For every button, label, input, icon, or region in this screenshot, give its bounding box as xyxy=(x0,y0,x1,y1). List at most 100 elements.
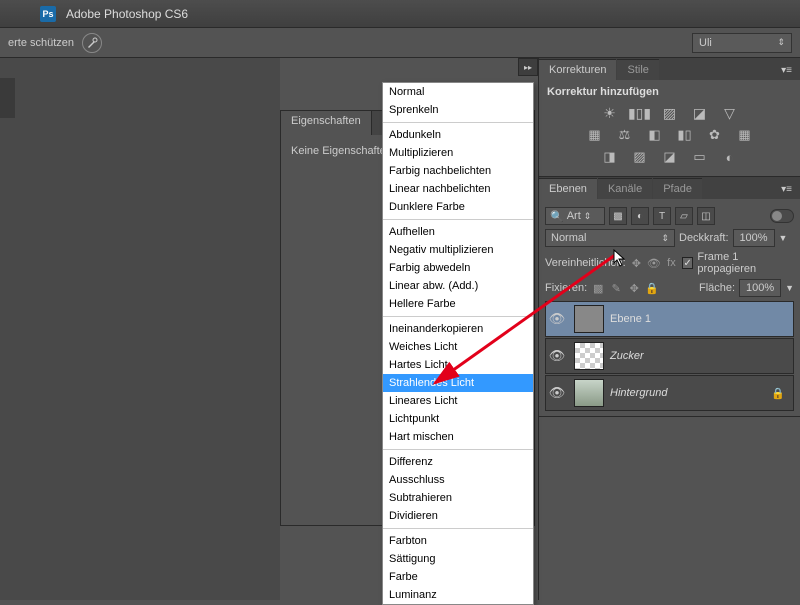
unify-position-icon[interactable]: ✥ xyxy=(630,256,643,270)
separator xyxy=(383,528,533,529)
levels-icon[interactable]: ▮▯▮ xyxy=(630,104,650,122)
blend-mode-option[interactable]: Abdunkeln xyxy=(383,126,533,144)
layer-thumbnail[interactable] xyxy=(574,305,604,333)
layer-row[interactable]: 👁 Hintergrund 🔒 xyxy=(545,375,794,411)
filter-toggle[interactable] xyxy=(770,209,794,223)
blend-mode-option[interactable]: Lineares Licht xyxy=(383,392,533,410)
blend-mode-option[interactable]: Hartes Licht xyxy=(383,356,533,374)
balance-icon[interactable]: ⚖ xyxy=(615,126,635,144)
invert-icon[interactable]: ◨ xyxy=(600,148,620,166)
layer-name[interactable]: Hintergrund xyxy=(610,387,667,399)
layer-name[interactable]: Zucker xyxy=(610,350,644,362)
filter-pixel-icon[interactable]: ▩ xyxy=(609,207,627,225)
separator xyxy=(383,316,533,317)
bw-icon[interactable]: ◧ xyxy=(645,126,665,144)
layer-row[interactable]: 👁 Zucker xyxy=(545,338,794,374)
blend-mode-option[interactable]: Sättigung xyxy=(383,550,533,568)
updown-icon: ⇕ xyxy=(661,233,669,244)
blend-mode-option[interactable]: Negativ multiplizieren xyxy=(383,241,533,259)
blend-mode-option[interactable]: Linear abw. (Add.) xyxy=(383,277,533,295)
blend-mode-option[interactable]: Aufhellen xyxy=(383,223,533,241)
canvas-edge xyxy=(0,78,15,118)
blend-value: Normal xyxy=(551,232,586,244)
hue-icon[interactable]: ▦ xyxy=(585,126,605,144)
layer-thumbnail[interactable] xyxy=(574,379,604,407)
blend-mode-option[interactable]: Sprenkeln xyxy=(383,101,533,119)
layer-filter-type[interactable]: 🔍 Art ⇕ xyxy=(545,207,605,225)
lock-all-icon[interactable]: 🔒 xyxy=(645,281,659,295)
brightness-icon[interactable]: ☀ xyxy=(600,104,620,122)
visibility-icon[interactable]: 👁 xyxy=(546,311,568,327)
separator xyxy=(383,449,533,450)
blend-mode-option[interactable]: Hart mischen xyxy=(383,428,533,446)
tab-layers[interactable]: Ebenen xyxy=(539,178,597,199)
blend-mode-option[interactable]: Hellere Farbe xyxy=(383,295,533,313)
blend-mode-option[interactable]: Linear nachbelichten xyxy=(383,180,533,198)
filter-adjust-icon[interactable]: ◐ xyxy=(631,207,649,225)
selective-icon[interactable]: ◐ xyxy=(720,148,740,166)
blend-mode-option[interactable]: Dunklere Farbe xyxy=(383,198,533,216)
blend-mode-option[interactable]: Farbig nachbelichten xyxy=(383,162,533,180)
vibrance-icon[interactable]: ▽ xyxy=(720,104,740,122)
mixer-icon[interactable]: ✿ xyxy=(705,126,725,144)
blend-mode-option[interactable]: Weiches Licht xyxy=(383,338,533,356)
blend-mode-dropdown[interactable]: NormalSprenkeln AbdunkelnMultiplizierenF… xyxy=(382,82,534,605)
blend-mode-option[interactable]: Strahlendes Licht xyxy=(383,374,533,392)
protect-tones-label: erte schützen xyxy=(8,37,74,49)
blend-mode-option[interactable]: Normal xyxy=(383,83,533,101)
unify-visibility-icon[interactable]: 👁 xyxy=(647,256,661,270)
filter-shape-icon[interactable]: ▱ xyxy=(675,207,693,225)
opacity-input[interactable]: 100% xyxy=(733,229,775,247)
tab-korrekturen[interactable]: Korrekturen xyxy=(539,59,616,80)
tab-channels[interactable]: Kanäle xyxy=(598,178,652,199)
photofilter-icon[interactable]: ▮▯ xyxy=(675,126,695,144)
visibility-icon[interactable]: 👁 xyxy=(546,385,568,401)
filter-smart-icon[interactable]: ◫ xyxy=(697,207,715,225)
tab-stile[interactable]: Stile xyxy=(617,59,658,80)
collapsed-panel-icon[interactable]: ▸▸ xyxy=(518,58,538,76)
visibility-icon[interactable]: 👁 xyxy=(546,348,568,364)
blend-mode-option[interactable]: Ausschluss xyxy=(383,471,533,489)
threshold-icon[interactable]: ◪ xyxy=(660,148,680,166)
blend-mode-option[interactable]: Dividieren xyxy=(383,507,533,525)
lock-position-icon[interactable]: ✥ xyxy=(627,281,641,295)
add-adjustment-label: Korrektur hinzufügen xyxy=(547,86,792,98)
lock-transparent-icon[interactable]: ▩ xyxy=(591,281,605,295)
layer-name[interactable]: Ebene 1 xyxy=(610,313,651,325)
blend-mode-option[interactable]: Differenz xyxy=(383,453,533,471)
exposure-icon[interactable]: ◪ xyxy=(690,104,710,122)
chevron-down-icon[interactable]: ▼ xyxy=(779,233,788,243)
panel-menu-icon[interactable]: ▾≡ xyxy=(773,61,800,80)
blend-mode-option[interactable]: Farbton xyxy=(383,532,533,550)
app-logo: Ps xyxy=(40,6,56,22)
tool-preset-icon[interactable] xyxy=(82,33,102,53)
blend-mode-select[interactable]: Normal ⇕ xyxy=(545,229,675,247)
fill-input[interactable]: 100% xyxy=(739,279,781,297)
panel-menu-icon[interactable]: ▾≡ xyxy=(773,180,800,199)
propagate-checkbox[interactable]: ✓ xyxy=(682,257,693,269)
unify-style-icon[interactable]: fx xyxy=(665,256,678,270)
blend-mode-option[interactable]: Luminanz xyxy=(383,586,533,604)
blend-mode-option[interactable]: Farbig abwedeln xyxy=(383,259,533,277)
lock-pixels-icon[interactable]: ✎ xyxy=(609,281,623,295)
workspace-dropdown[interactable]: Uli ⇕ xyxy=(692,33,792,53)
lookup-icon[interactable]: ▦ xyxy=(735,126,755,144)
layer-row[interactable]: 👁 Ebene 1 xyxy=(545,301,794,337)
updown-icon: ⇕ xyxy=(584,211,592,222)
posterize-icon[interactable]: ▨ xyxy=(630,148,650,166)
tab-properties[interactable]: Eigenschaften xyxy=(281,111,372,135)
tab-paths[interactable]: Pfade xyxy=(653,178,702,199)
fill-label: Fläche: xyxy=(699,282,735,294)
blend-mode-option[interactable]: Multiplizieren xyxy=(383,144,533,162)
filter-label: Art xyxy=(567,210,581,222)
blend-mode-option[interactable]: Lichtpunkt xyxy=(383,410,533,428)
blend-mode-option[interactable]: Farbe xyxy=(383,568,533,586)
curves-icon[interactable]: ▨ xyxy=(660,104,680,122)
gradientmap-icon[interactable]: ▭ xyxy=(690,148,710,166)
layer-thumbnail[interactable] xyxy=(574,342,604,370)
chevron-down-icon[interactable]: ▼ xyxy=(785,283,794,293)
blend-mode-option[interactable]: Ineinanderkopieren xyxy=(383,320,533,338)
filter-type-icon[interactable]: T xyxy=(653,207,671,225)
blend-mode-option[interactable]: Subtrahieren xyxy=(383,489,533,507)
search-icon: 🔍 xyxy=(550,210,564,223)
